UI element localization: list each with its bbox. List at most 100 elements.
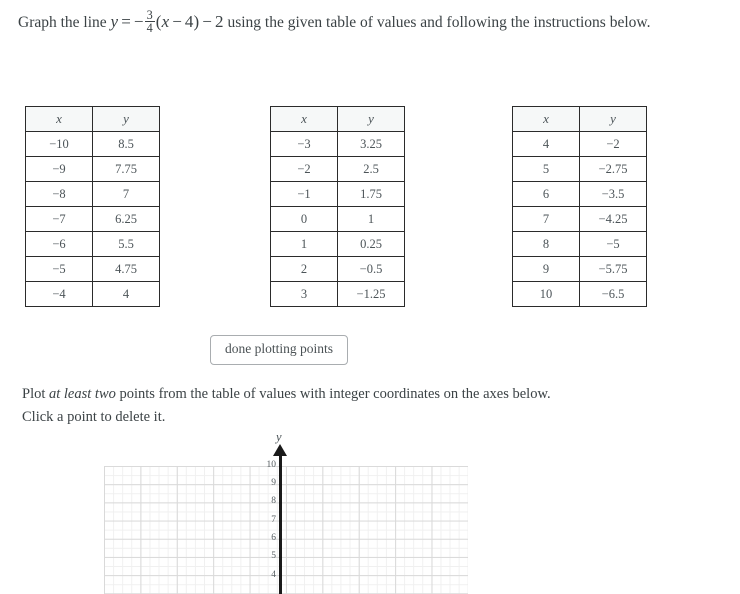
cell-x: −8 [25,181,93,207]
y-axis-tick-labels: 10 9 8 7 6 5 4 [248,430,277,594]
equation-equals: = [121,12,131,31]
table-row: −7 6.25 [25,206,160,232]
values-table-2: x y −3 3.25 −2 2.5 −1 1.75 01 1 0.25 2 −0.5 3… [270,106,405,307]
values-table-1: x y −10 8.5 −9 7.75 −8 7 −7 6.25 −6 5.5 −5 4.7… [25,106,160,307]
cell-y: 6.25 [92,206,160,232]
fraction-denominator: 4 [144,21,155,36]
cell-y: −3.5 [579,181,647,207]
y-tick-label: 4 [271,570,276,580]
table-row: −2 2.5 [270,156,405,182]
table-row: −8 7 [25,181,160,207]
column-header-y: y [337,106,405,132]
cell-y: 4.75 [92,256,160,282]
table-row: 4 −2 [512,131,647,157]
cell-x: 0 [270,206,338,232]
cell-y: 3.25 [337,131,405,157]
y-tick-label: 5 [271,551,276,561]
table-row: 3 −1.25 [270,281,405,307]
table-row: −1 1.75 [270,181,405,207]
cell-x: 5 [512,156,580,182]
equation-inner-minus: − [172,12,182,31]
table-header-row: x y [512,106,647,132]
table-header-row: x y [25,106,160,132]
table-row: 10 −6.5 [512,281,647,307]
cell-y: −0.5 [337,256,405,282]
cell-y: 7.75 [92,156,160,182]
cell-x: 7 [512,206,580,232]
cell-x: −3 [270,131,338,157]
y-tick-label: 6 [271,533,276,543]
table-row: 1 0.25 [270,231,405,257]
graph-grid[interactable] [104,466,468,594]
equation-fraction: 34 [144,7,155,36]
cell-x: 3 [270,281,338,307]
cell-x: 10 [512,281,580,307]
instructions-emphasis: at least two [49,386,116,402]
cell-y: −2 [579,131,647,157]
y-tick-label: 9 [271,478,276,488]
cell-y: 0.25 [337,231,405,257]
cell-y: 5.5 [92,231,160,257]
cell-x: 8 [512,231,580,257]
cell-x: −9 [25,156,93,182]
cell-y: 7 [92,181,160,207]
cell-y: −4.25 [579,206,647,232]
cell-x: −2 [270,156,338,182]
equation-tail-minus: − [202,12,212,31]
column-header-x: x [270,106,338,132]
cell-y: 1 [337,206,405,232]
cell-x: −7 [25,206,93,232]
instructions-part-1: Plot [22,386,49,402]
column-header-x: x [25,106,93,132]
table-row: −9 7.75 [25,156,160,182]
equation-leading-minus: − [133,12,144,31]
equation-tail-number: 2 [214,12,224,31]
y-tick-label: 8 [271,496,276,506]
cell-y: 8.5 [92,131,160,157]
cell-y: −5 [579,231,647,257]
y-axis-label: y [276,430,282,444]
column-header-y: y [92,106,160,132]
cell-y: −2.75 [579,156,647,182]
fraction-numerator: 3 [146,7,153,22]
table-row: 2 −0.5 [270,256,405,282]
cell-x: −1 [270,181,338,207]
cell-y: 1.75 [337,181,405,207]
y-tick-label: 7 [271,515,276,525]
cell-x: 9 [512,256,580,282]
table-row: −10 8.5 [25,131,160,157]
cell-x: −4 [25,281,93,307]
y-axis [279,452,282,594]
table-row: −4 4 [25,281,160,307]
done-plotting-points-button[interactable]: done plotting points [210,335,348,365]
y-tick-label: 10 [266,460,277,470]
cell-y: −1.25 [337,281,405,307]
page-title: Graph the line y = −3 4 (x −4) −2 using the gi… [18,8,724,36]
table-row: 01 [270,206,405,232]
table-row: −5 4.75 [25,256,160,282]
prompt-lead-text: Graph the line [18,14,107,31]
cell-y: −5.75 [579,256,647,282]
table-row: 7 −4.25 [512,206,647,232]
cell-x: −10 [25,131,93,157]
table-row: 9 −5.75 [512,256,647,282]
column-header-y: y [579,106,647,132]
table-header-row: x y [270,106,405,132]
values-table-3: x y 4 −2 5 −2.75 6 −3.5 7 −4.25 8 −5 9 −5.75 1… [512,106,647,307]
table-row: 8 −5 [512,231,647,257]
table-row: 5 −2.75 [512,156,647,182]
cell-x: 1 [270,231,338,257]
column-header-x: x [512,106,580,132]
cell-y: −6.5 [579,281,647,307]
coordinate-plane[interactable]: y 10 9 8 7 6 5 4 [0,430,740,594]
line-equation: y = −3 4 (x −4) −2 [111,8,224,34]
table-row: 6 −3.5 [512,181,647,207]
cell-y: 4 [92,281,160,307]
cell-x: 2 [270,256,338,282]
cell-y: 2.5 [337,156,405,182]
table-row: −3 3.25 [270,131,405,157]
cell-x: 4 [512,131,580,157]
prompt-tail-text: using the given table of values and foll… [227,14,651,31]
equation-inner-number: 4 [184,12,194,31]
table-row: −6 5.5 [25,231,160,257]
